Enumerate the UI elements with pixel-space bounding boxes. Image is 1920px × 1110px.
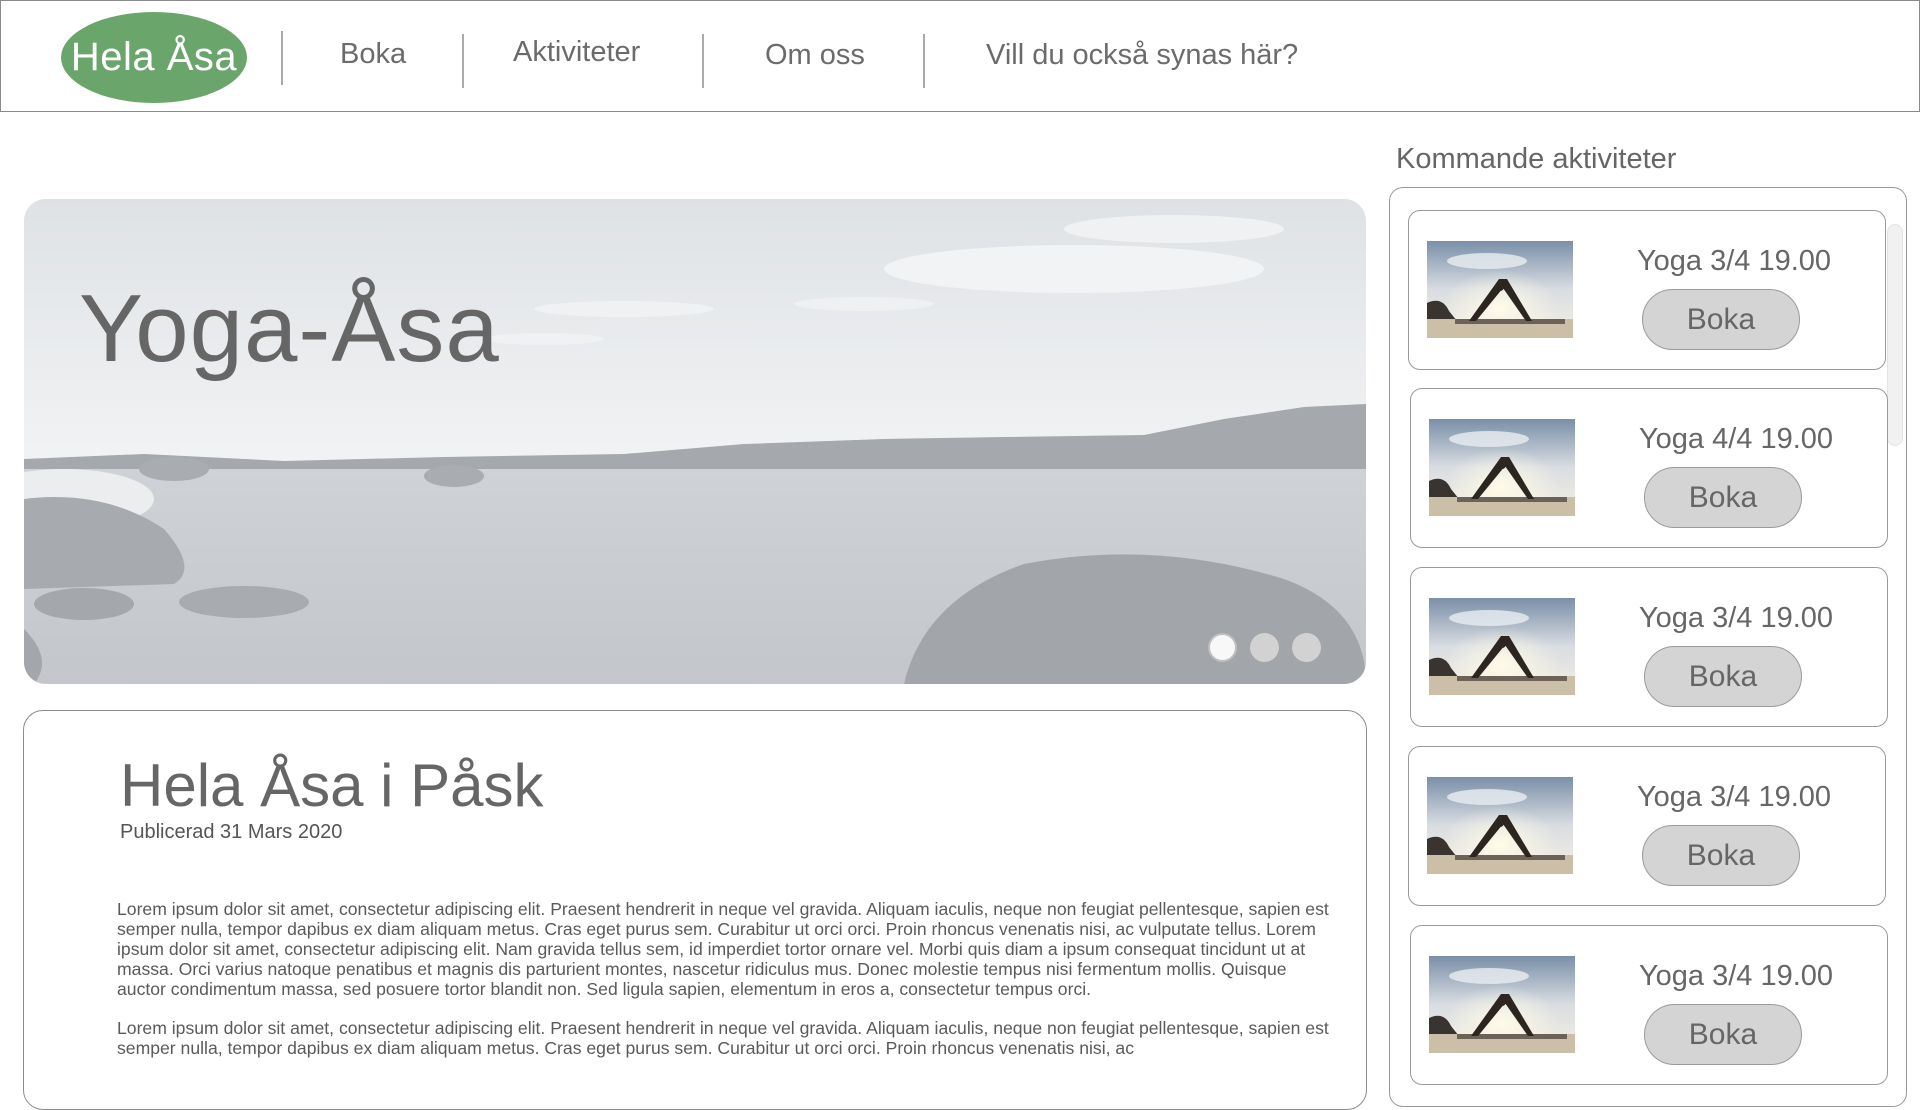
site-logo[interactable]: Hela Åsa	[61, 12, 247, 103]
nav-divider	[923, 34, 925, 88]
activity-title: Yoga 3/4 19.00	[1638, 602, 1834, 634]
nav-divider	[702, 34, 704, 88]
book-button[interactable]: Boka	[1644, 1004, 1802, 1065]
yoga-pose-image	[1429, 956, 1575, 1053]
book-button[interactable]: Boka	[1642, 289, 1800, 350]
article-publish-date: Publicerad 31 Mars 2020	[120, 821, 343, 843]
activity-title: Yoga 3/4 19.00	[1638, 960, 1834, 992]
hero-carousel[interactable]: Yoga-Åsa	[24, 199, 1366, 684]
upcoming-activities-heading: Kommande aktiviteter	[1396, 143, 1677, 175]
activity-title: Yoga 3/4 19.00	[1636, 781, 1832, 813]
book-button[interactable]: Boka	[1644, 646, 1802, 707]
activity-card: Yoga 3/4 19.00 Boka	[1408, 746, 1886, 906]
nav-divider	[281, 31, 283, 85]
news-article: Hela Åsa i Påsk Publicerad 31 Mars 2020 …	[23, 710, 1367, 1110]
activity-card: Yoga 3/4 19.00 Boka	[1410, 567, 1888, 727]
hero-seascape-image	[24, 199, 1366, 684]
article-paragraph: Lorem ipsum dolor sit amet, consectetur …	[117, 1018, 1329, 1058]
nav-link-advertise[interactable]: Vill du också synas här?	[986, 39, 1298, 72]
nav-link-boka[interactable]: Boka	[340, 38, 406, 71]
sidebar-scrollbar[interactable]	[1887, 224, 1903, 446]
article-body: Lorem ipsum dolor sit amet, consectetur …	[117, 899, 1332, 1077]
activity-card: Yoga 3/4 19.00 Boka	[1408, 210, 1886, 370]
activity-title: Yoga 4/4 19.00	[1638, 423, 1834, 455]
activity-card: Yoga 4/4 19.00 Boka	[1410, 388, 1888, 548]
yoga-pose-image	[1427, 241, 1573, 338]
nav-divider	[462, 34, 464, 88]
carousel-dot-1[interactable]	[1208, 633, 1237, 662]
article-paragraph: Lorem ipsum dolor sit amet, consectetur …	[117, 899, 1329, 999]
carousel-indicators	[1208, 633, 1321, 662]
article-title: Hela Åsa i Påsk	[120, 752, 544, 819]
book-button[interactable]: Boka	[1642, 825, 1800, 886]
yoga-pose-image	[1427, 777, 1573, 874]
carousel-dot-2[interactable]	[1250, 633, 1279, 662]
nav-link-aktiviteter[interactable]: Aktiviteter	[513, 36, 640, 69]
yoga-pose-image	[1429, 419, 1575, 516]
book-button[interactable]: Boka	[1644, 467, 1802, 528]
activity-card: Yoga 3/4 19.00 Boka	[1410, 925, 1888, 1085]
activity-title: Yoga 3/4 19.00	[1636, 245, 1832, 277]
yoga-pose-image	[1429, 598, 1575, 695]
top-navigation: Hela Åsa Boka Aktiviteter Om oss Vill du…	[0, 0, 1920, 112]
hero-title: Yoga-Åsa	[79, 275, 500, 382]
carousel-dot-3[interactable]	[1292, 633, 1321, 662]
nav-link-om-oss[interactable]: Om oss	[765, 39, 865, 72]
